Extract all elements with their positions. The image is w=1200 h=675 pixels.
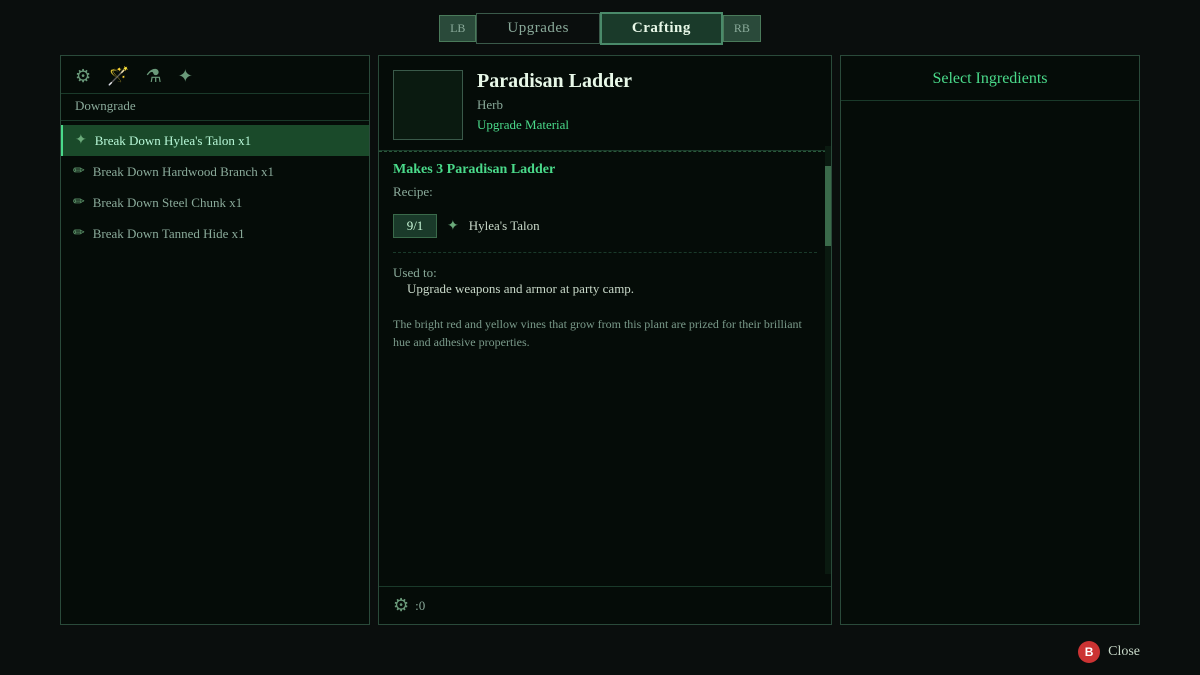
item-type: Herb xyxy=(477,97,632,113)
divider-2 xyxy=(393,252,817,253)
ingredient-row: 9/1 ✦ Hylea's Talon xyxy=(379,208,831,248)
recipe-icon-2: ✏ xyxy=(73,163,85,180)
recipe-label: Recipe: xyxy=(379,182,831,208)
recipe-item-3[interactable]: ✏ Break Down Steel Chunk x1 xyxy=(61,187,369,218)
ingredient-item-icon: ✦ xyxy=(447,218,459,235)
ingredient-qty: 9/1 xyxy=(393,214,437,238)
category-label: Downgrade xyxy=(61,94,369,121)
item-info: Paradisan Ladder Herb Upgrade Material xyxy=(477,70,632,140)
rb-button[interactable]: RB xyxy=(723,15,761,42)
item-name: Paradisan Ladder xyxy=(477,70,632,93)
flavor-text: The bright red and yellow vines that gro… xyxy=(379,305,831,361)
main-layout: ⚙ 🪄 ⚗ ✦ Downgrade ✦ Break Down Hylea's T… xyxy=(0,55,1200,625)
top-navigation: LB Upgrades Crafting RB xyxy=(0,0,1200,55)
ingredient-name: Hylea's Talon xyxy=(469,218,540,234)
icon-mortar: 🪄 xyxy=(107,66,129,87)
herb-svg-icon xyxy=(398,75,458,135)
b-button-icon: B xyxy=(1078,641,1100,663)
bottom-icon: ⚙ xyxy=(393,595,409,616)
recipe-icon-4: ✏ xyxy=(73,225,85,242)
item-rarity: Upgrade Material xyxy=(477,117,632,133)
recipe-label-1: Break Down Hylea's Talon x1 xyxy=(95,133,251,149)
used-to-section: Used to: Upgrade weapons and armor at pa… xyxy=(379,257,831,305)
category-icons: ⚙ 🪄 ⚗ ✦ xyxy=(61,56,369,94)
bottom-status: ⚙ :0 xyxy=(379,586,831,624)
recipe-item-2[interactable]: ✏ Break Down Hardwood Branch x1 xyxy=(61,156,369,187)
item-image xyxy=(393,70,463,140)
upgrades-tab[interactable]: Upgrades xyxy=(476,13,599,44)
recipe-list: ✦ Break Down Hylea's Talon x1 ✏ Break Do… xyxy=(61,121,369,624)
recipe-item-1[interactable]: ✦ Break Down Hylea's Talon x1 xyxy=(61,125,369,156)
crafting-tab[interactable]: Crafting xyxy=(600,12,723,45)
right-panel: Select Ingredients xyxy=(840,55,1140,625)
recipe-item-4[interactable]: ✏ Break Down Tanned Hide x1 xyxy=(61,218,369,249)
scroll-indicator[interactable] xyxy=(825,146,831,574)
icon-gear: ⚙ xyxy=(75,66,91,87)
recipe-label-2: Break Down Hardwood Branch x1 xyxy=(93,164,274,180)
recipe-icon-3: ✏ xyxy=(73,194,85,211)
recipe-label-4: Break Down Tanned Hide x1 xyxy=(93,226,245,242)
lb-button[interactable]: LB xyxy=(439,15,476,42)
scroll-thumb xyxy=(825,166,831,246)
recipe-label-3: Break Down Steel Chunk x1 xyxy=(93,195,242,211)
recipe-icon-1: ✦ xyxy=(75,132,87,149)
icon-misc: ✦ xyxy=(178,66,193,87)
close-label: Close xyxy=(1108,644,1140,660)
item-header: Paradisan Ladder Herb Upgrade Material xyxy=(379,56,831,151)
left-panel: ⚙ 🪄 ⚗ ✦ Downgrade ✦ Break Down Hylea's T… xyxy=(60,55,370,625)
makes-label: Makes 3 Paradisan Ladder xyxy=(379,152,831,182)
used-to-title: Used to: xyxy=(393,265,817,281)
icon-flask: ⚗ xyxy=(146,66,162,87)
used-to-text: Upgrade weapons and armor at party camp. xyxy=(393,281,817,297)
middle-panel: Paradisan Ladder Herb Upgrade Material M… xyxy=(378,55,832,625)
bottom-count: :0 xyxy=(415,598,425,614)
right-panel-title: Select Ingredients xyxy=(841,56,1139,101)
bottom-bar: B Close xyxy=(1078,641,1140,663)
